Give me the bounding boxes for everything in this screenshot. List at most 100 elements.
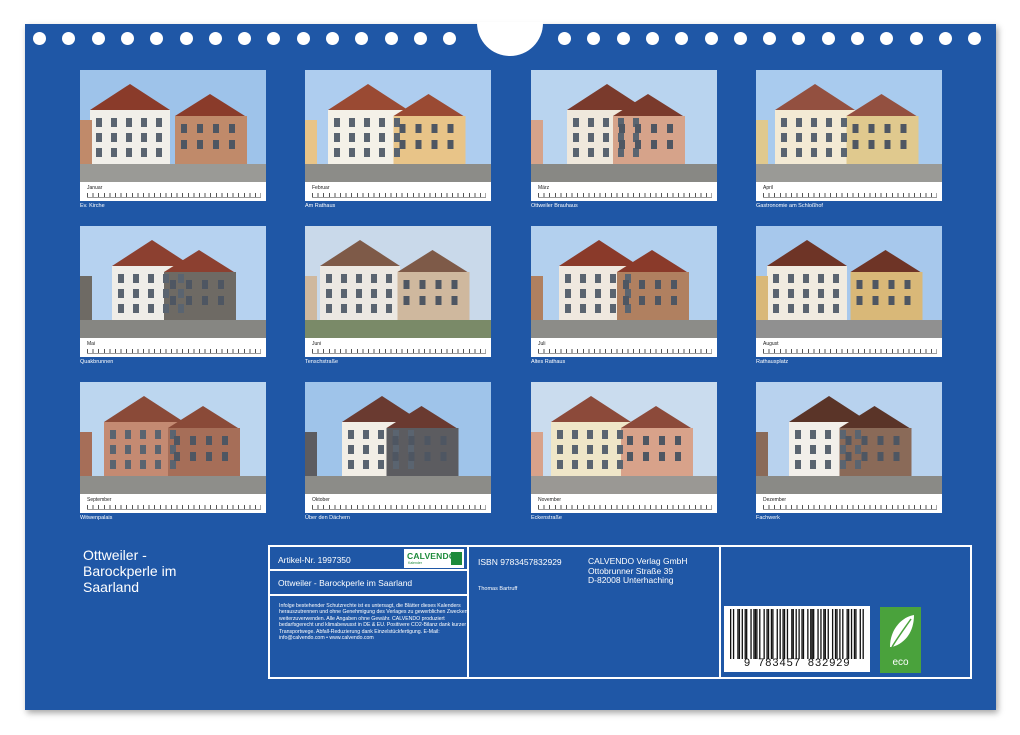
day-baseline [538, 197, 712, 198]
binding-hole [616, 32, 630, 45]
product-title: Ottweiler - Barockperle im Saarland [278, 578, 413, 588]
month-name: Februar [312, 185, 330, 191]
photo-illustration [756, 226, 942, 338]
barcode-bar [795, 609, 797, 659]
day-baseline [312, 509, 486, 510]
month-page-5: Mai Quakbrunnen [80, 226, 266, 376]
binding-hole [938, 32, 952, 45]
info-divider [270, 594, 467, 596]
info-divider [270, 569, 467, 571]
photo-caption: Gastronomie am Schloßhof [756, 203, 823, 209]
month-name: Oktober [312, 497, 330, 503]
binding-hole [150, 32, 164, 45]
day-grid: September [80, 494, 266, 513]
photo-caption: Eckenstraße [531, 515, 562, 521]
month-page-10: Oktober Über den Dächern [305, 382, 491, 532]
day-grid: Mai [80, 338, 266, 357]
photo-caption: Quakbrunnen [80, 359, 114, 365]
binding-hole [763, 32, 777, 45]
binding-hole [443, 32, 457, 45]
barcode-bar [746, 609, 748, 659]
barcode-number: 9 783457 832929 [743, 658, 851, 670]
author: Thomas Bartruff [478, 586, 518, 592]
barcode-bar [776, 609, 778, 659]
month-page-2: Februar Am Rathaus [305, 70, 491, 220]
day-baseline [763, 197, 937, 198]
photo-caption: Ev. Kirche [80, 203, 105, 209]
month-page-8: August Rathausplatz [756, 226, 942, 376]
month-page-12: Dezember Fachwerk [756, 382, 942, 532]
title-line-1: Ottweiler - [83, 547, 147, 563]
day-baseline [763, 353, 937, 354]
isbn: ISBN 9783457832929 [478, 557, 562, 567]
barcode-bar [810, 609, 812, 659]
month-photo [756, 226, 942, 338]
binding-hole [558, 32, 571, 45]
binding-hole [675, 32, 689, 45]
photo-caption: Fachwerk [756, 515, 780, 521]
calvendo-logo: CALVENDO Kalender [404, 549, 464, 568]
hanger-cutout [477, 22, 543, 56]
binding-hole [413, 32, 427, 45]
binding-hole [62, 32, 76, 45]
barcode-bar [744, 609, 746, 659]
legal-text: Infolge bestehender Schutzrechte ist es … [279, 603, 468, 642]
month-photo [80, 226, 266, 338]
photo-illustration [305, 226, 491, 338]
binding-hole [968, 32, 982, 45]
binding-hole [326, 32, 339, 45]
barcode-bar [862, 609, 864, 659]
day-grid: Oktober [305, 494, 491, 513]
barcode-bar [827, 609, 829, 659]
day-grid: April [756, 182, 942, 201]
barcode-bar [823, 609, 825, 659]
logo-mark-icon [451, 552, 462, 565]
photo-caption: Tenschstraße [305, 359, 339, 365]
binding-hole [792, 32, 806, 45]
barcode-bar [753, 609, 755, 659]
barcode-bar [834, 609, 837, 659]
barcode-bar [798, 609, 800, 659]
month-page-7: Juli Altes Rathaus [531, 226, 717, 376]
month-name: August [763, 341, 779, 347]
day-baseline [87, 197, 261, 198]
barcode-bar [817, 609, 819, 659]
barcode-bar [782, 609, 784, 659]
photo-illustration [80, 382, 266, 494]
barcode-bar [772, 609, 774, 659]
barcode-bar [801, 609, 803, 659]
binding-hole [296, 32, 310, 45]
month-photo [756, 382, 942, 494]
month-photo [305, 226, 491, 338]
photo-caption: Witwenpalais [80, 515, 113, 521]
photo-illustration [305, 382, 491, 494]
month-photo [531, 70, 717, 182]
photo-illustration [531, 382, 717, 494]
barcode-bar [767, 609, 770, 659]
day-grid: Juli [531, 338, 717, 357]
barcode-bar [850, 609, 853, 659]
barcode-bar [791, 609, 793, 659]
barcode-bar [754, 609, 757, 659]
barcode-bar [786, 609, 789, 659]
day-baseline [538, 353, 712, 354]
binding-hole [880, 32, 894, 45]
month-photo [305, 70, 491, 182]
day-grid: November [531, 494, 717, 513]
info-divider [719, 547, 721, 677]
month-photo [80, 382, 266, 494]
logo-text: CALVENDO [407, 551, 456, 561]
barcode-bar [855, 609, 857, 659]
barcode-bar [737, 609, 739, 659]
binding-hole [821, 32, 835, 45]
barcode-bar [820, 609, 822, 659]
barcode-bar [792, 609, 794, 659]
photo-caption: Altes Rathaus [531, 359, 566, 365]
barcode-bar [779, 609, 781, 659]
eco-label: eco [892, 657, 909, 668]
barcode-bars [730, 609, 864, 659]
day-grid: Januar [80, 182, 266, 201]
barcode-bar [759, 609, 761, 659]
month-name: Dezember [763, 497, 787, 503]
day-baseline [312, 197, 486, 198]
